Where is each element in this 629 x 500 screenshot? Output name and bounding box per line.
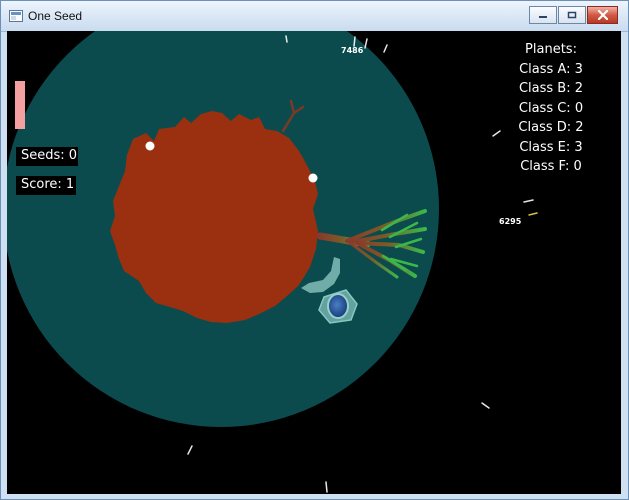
title-bar[interactable]: One Seed [1,1,628,32]
planet-class-e: Class E: 3 [519,139,583,155]
window-title: One Seed [28,9,83,23]
energy-bar [15,81,25,129]
seeds-counter: Seeds: 0 [16,147,78,166]
close-icon [597,10,608,20]
planet-class-f: Class F: 0 [520,159,582,174]
planet-class-c: Class C: 0 [518,100,584,116]
seed-node[interactable] [145,141,155,151]
window-app-icon [9,10,23,22]
close-button[interactable] [587,6,618,24]
window-controls [529,6,618,24]
planet-class-d: Class D: 2 [518,120,584,135]
minimize-icon [539,16,547,18]
game-window: One Seed Seeds: 0 Score: 1 Planets: Clas… [0,0,629,500]
score-counter: Score: 1 [16,176,76,195]
seed-node[interactable] [308,173,318,183]
distance-marker: 6295 [499,217,522,226]
planets-panel: Planets: Class A: 3 Class B: 2 Class C: … [501,40,601,177]
maximize-icon [567,11,577,19]
maximize-button[interactable] [558,6,586,24]
game-viewport[interactable]: Seeds: 0 Score: 1 Planets: Class A: 3 Cl… [7,31,621,494]
distance-marker: 7486 [341,46,364,55]
planet-class-b: Class B: 2 [518,81,584,96]
planets-header: Planets: [525,42,577,57]
minimize-button[interactable] [529,6,557,24]
planet-class-a: Class A: 3 [519,61,583,77]
